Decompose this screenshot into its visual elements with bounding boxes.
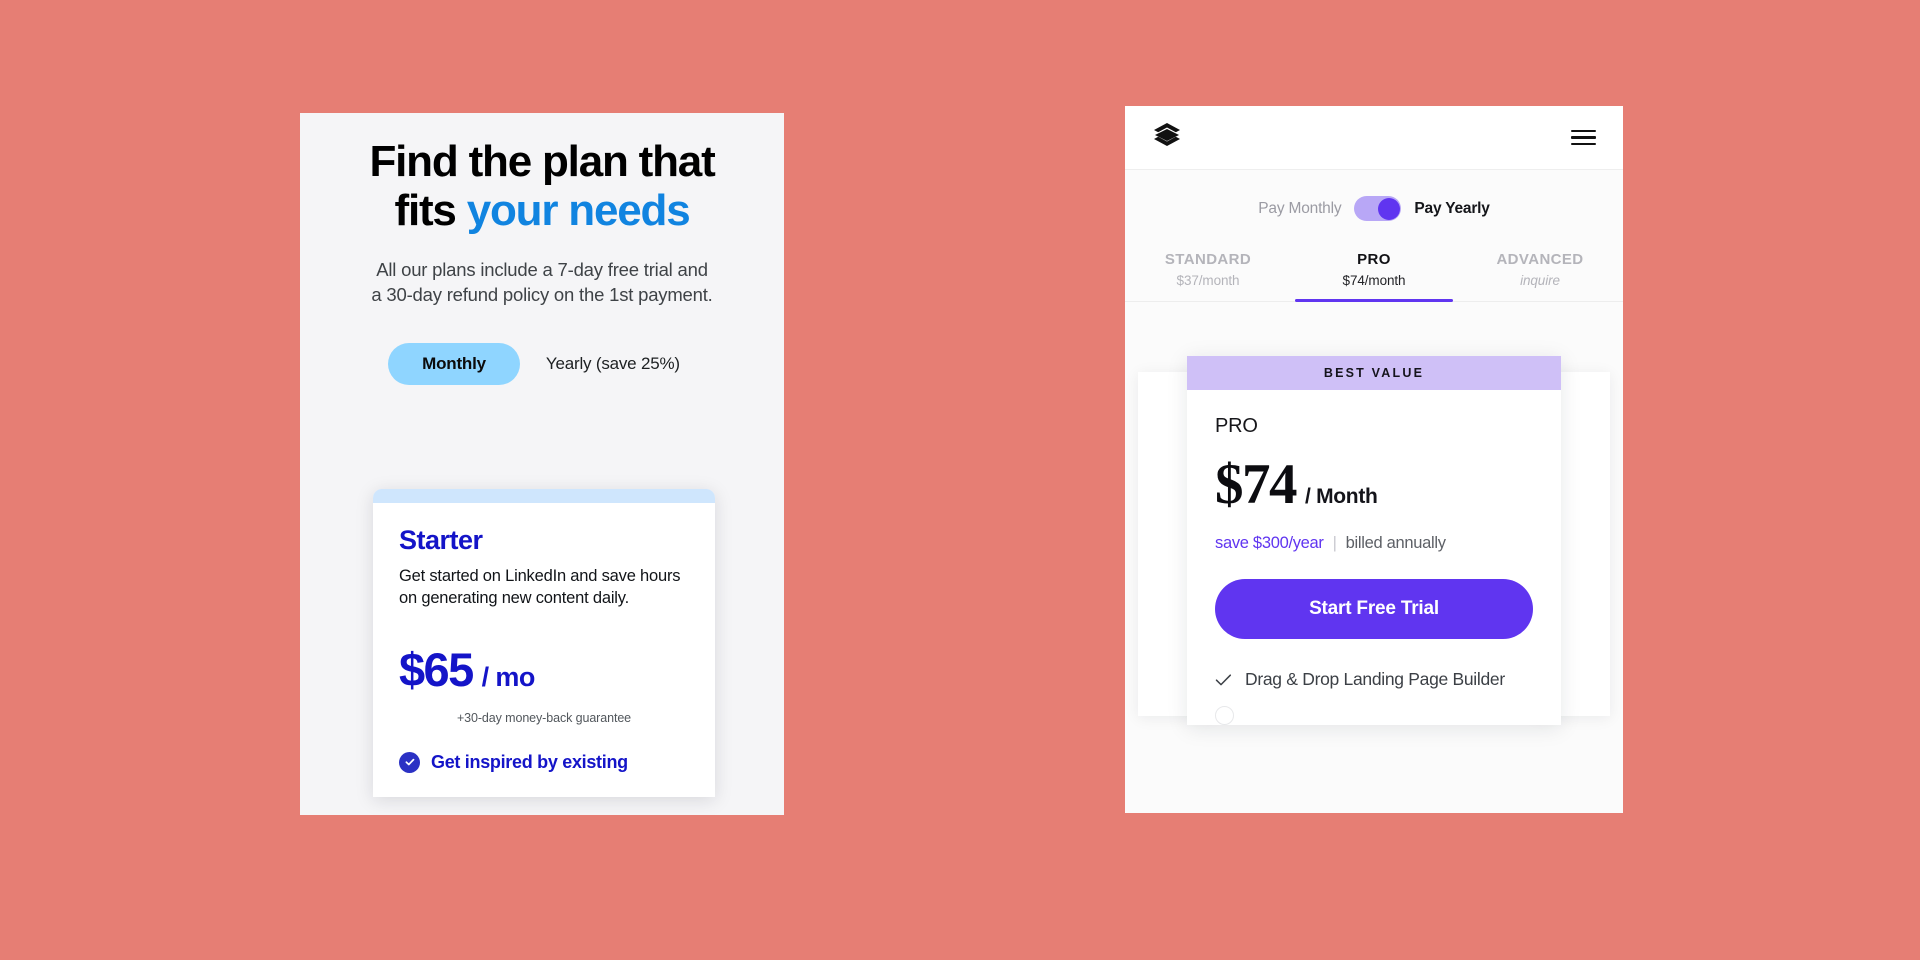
tab-pro-name: PRO xyxy=(1357,251,1391,268)
tab-pro[interactable]: PRO $74/month xyxy=(1291,245,1457,302)
pricing-page-right: Pay Monthly Pay Yearly STANDARD $37/mont… xyxy=(1125,106,1623,813)
pro-meta-divider: | xyxy=(1332,534,1337,553)
tab-standard[interactable]: STANDARD $37/month xyxy=(1125,245,1291,301)
starter-price-period: / mo xyxy=(481,661,536,692)
starter-price-amount: $65 xyxy=(399,642,474,696)
page-title: Find the plan that fits your needs xyxy=(300,113,784,236)
plan-cards-stage: BEST VALUE PRO $74 / Month save $300/yea… xyxy=(1125,356,1623,726)
tab-advanced[interactable]: ADVANCED inquire xyxy=(1457,245,1623,301)
billing-period-toggle: Monthly Yearly (save 25%) xyxy=(300,343,784,386)
starter-feature-item: Get inspired by existing xyxy=(399,751,689,797)
check-circle-icon xyxy=(399,751,420,773)
pro-feature-item: Drag & Drop Landing Page Builder xyxy=(1215,669,1533,690)
circle-outline-icon xyxy=(1215,706,1234,726)
page-title-accent: your needs xyxy=(466,186,691,236)
page-title-line1: Find the plan that xyxy=(369,137,715,186)
pay-period-switch[interactable] xyxy=(1354,196,1402,221)
starter-plan-name: Starter xyxy=(399,525,483,555)
starter-price-row: $65 / mo xyxy=(399,646,689,693)
switch-knob xyxy=(1377,197,1400,220)
plan-tabs: STANDARD $37/month PRO $74/month ADVANCE… xyxy=(1125,245,1623,302)
pro-feature-label: Drag & Drop Landing Page Builder xyxy=(1245,669,1505,690)
pro-card-body: PRO $74 / Month save $300/year | billed … xyxy=(1187,390,1561,726)
hamburger-bar-2 xyxy=(1571,136,1596,139)
pro-plan-card[interactable]: BEST VALUE PRO $74 / Month save $300/yea… xyxy=(1187,356,1561,726)
tab-standard-name: STANDARD xyxy=(1164,251,1252,268)
pro-price-amount: $74 xyxy=(1215,453,1298,516)
hamburger-bar-3 xyxy=(1571,142,1596,145)
pro-feature-item-next-partial xyxy=(1215,706,1533,726)
tab-advanced-price: inquire xyxy=(1520,273,1560,288)
starter-guarantee-note: +30-day money-back guarantee xyxy=(456,710,632,725)
pay-period-toggle: Pay Monthly Pay Yearly xyxy=(1125,170,1623,221)
starter-plan-card[interactable]: Starter Get started on LinkedIn and save… xyxy=(373,489,715,797)
pro-billed-note: billed annually xyxy=(1345,534,1446,553)
billing-toggle-yearly[interactable]: Yearly (save 25%) xyxy=(530,343,696,385)
pay-monthly-label[interactable]: Pay Monthly xyxy=(1258,200,1341,218)
pro-save-note: save $300/year xyxy=(1215,534,1324,553)
hamburger-bar-1 xyxy=(1571,130,1596,133)
layers-icon[interactable] xyxy=(1152,122,1182,154)
pro-price-row: $74 / Month xyxy=(1215,453,1533,516)
page-subtitle-line1: All our plans include a 7-day free trial… xyxy=(376,258,708,280)
checkmark-icon xyxy=(1215,673,1232,687)
page-subtitle-line2: a 30-day refund policy on the 1st paymen… xyxy=(371,283,713,305)
tab-standard-price: $37/month xyxy=(1176,273,1240,288)
app-topbar xyxy=(1125,106,1623,170)
best-value-badge: BEST VALUE xyxy=(1187,356,1561,390)
page-title-line2a: fits xyxy=(394,186,467,236)
pay-yearly-label[interactable]: Pay Yearly xyxy=(1414,200,1489,218)
starter-card-body: Starter Get started on LinkedIn and save… xyxy=(373,503,715,797)
starter-plan-description: Get started on LinkedIn and save hours o… xyxy=(399,567,681,607)
pro-plan-name: PRO xyxy=(1215,415,1258,437)
tab-advanced-name: ADVANCED xyxy=(1496,251,1584,268)
billing-toggle-monthly[interactable]: Monthly xyxy=(388,343,520,386)
tab-pro-price: $74/month xyxy=(1342,273,1406,288)
start-free-trial-button[interactable]: Start Free Trial xyxy=(1215,579,1533,640)
starter-card-top-band xyxy=(373,489,715,503)
pricing-page-left: Find the plan that fits your needs All o… xyxy=(300,113,784,815)
starter-plan-card-wrapper: Starter Get started on LinkedIn and save… xyxy=(373,489,715,797)
hamburger-menu-icon[interactable] xyxy=(1571,130,1596,145)
page-subtitle: All our plans include a 7-day free trial… xyxy=(317,258,767,308)
pro-billing-meta: save $300/year | billed annually xyxy=(1215,534,1533,553)
starter-feature-label: Get inspired by existing xyxy=(431,751,628,772)
pro-price-period: / Month xyxy=(1305,485,1378,508)
